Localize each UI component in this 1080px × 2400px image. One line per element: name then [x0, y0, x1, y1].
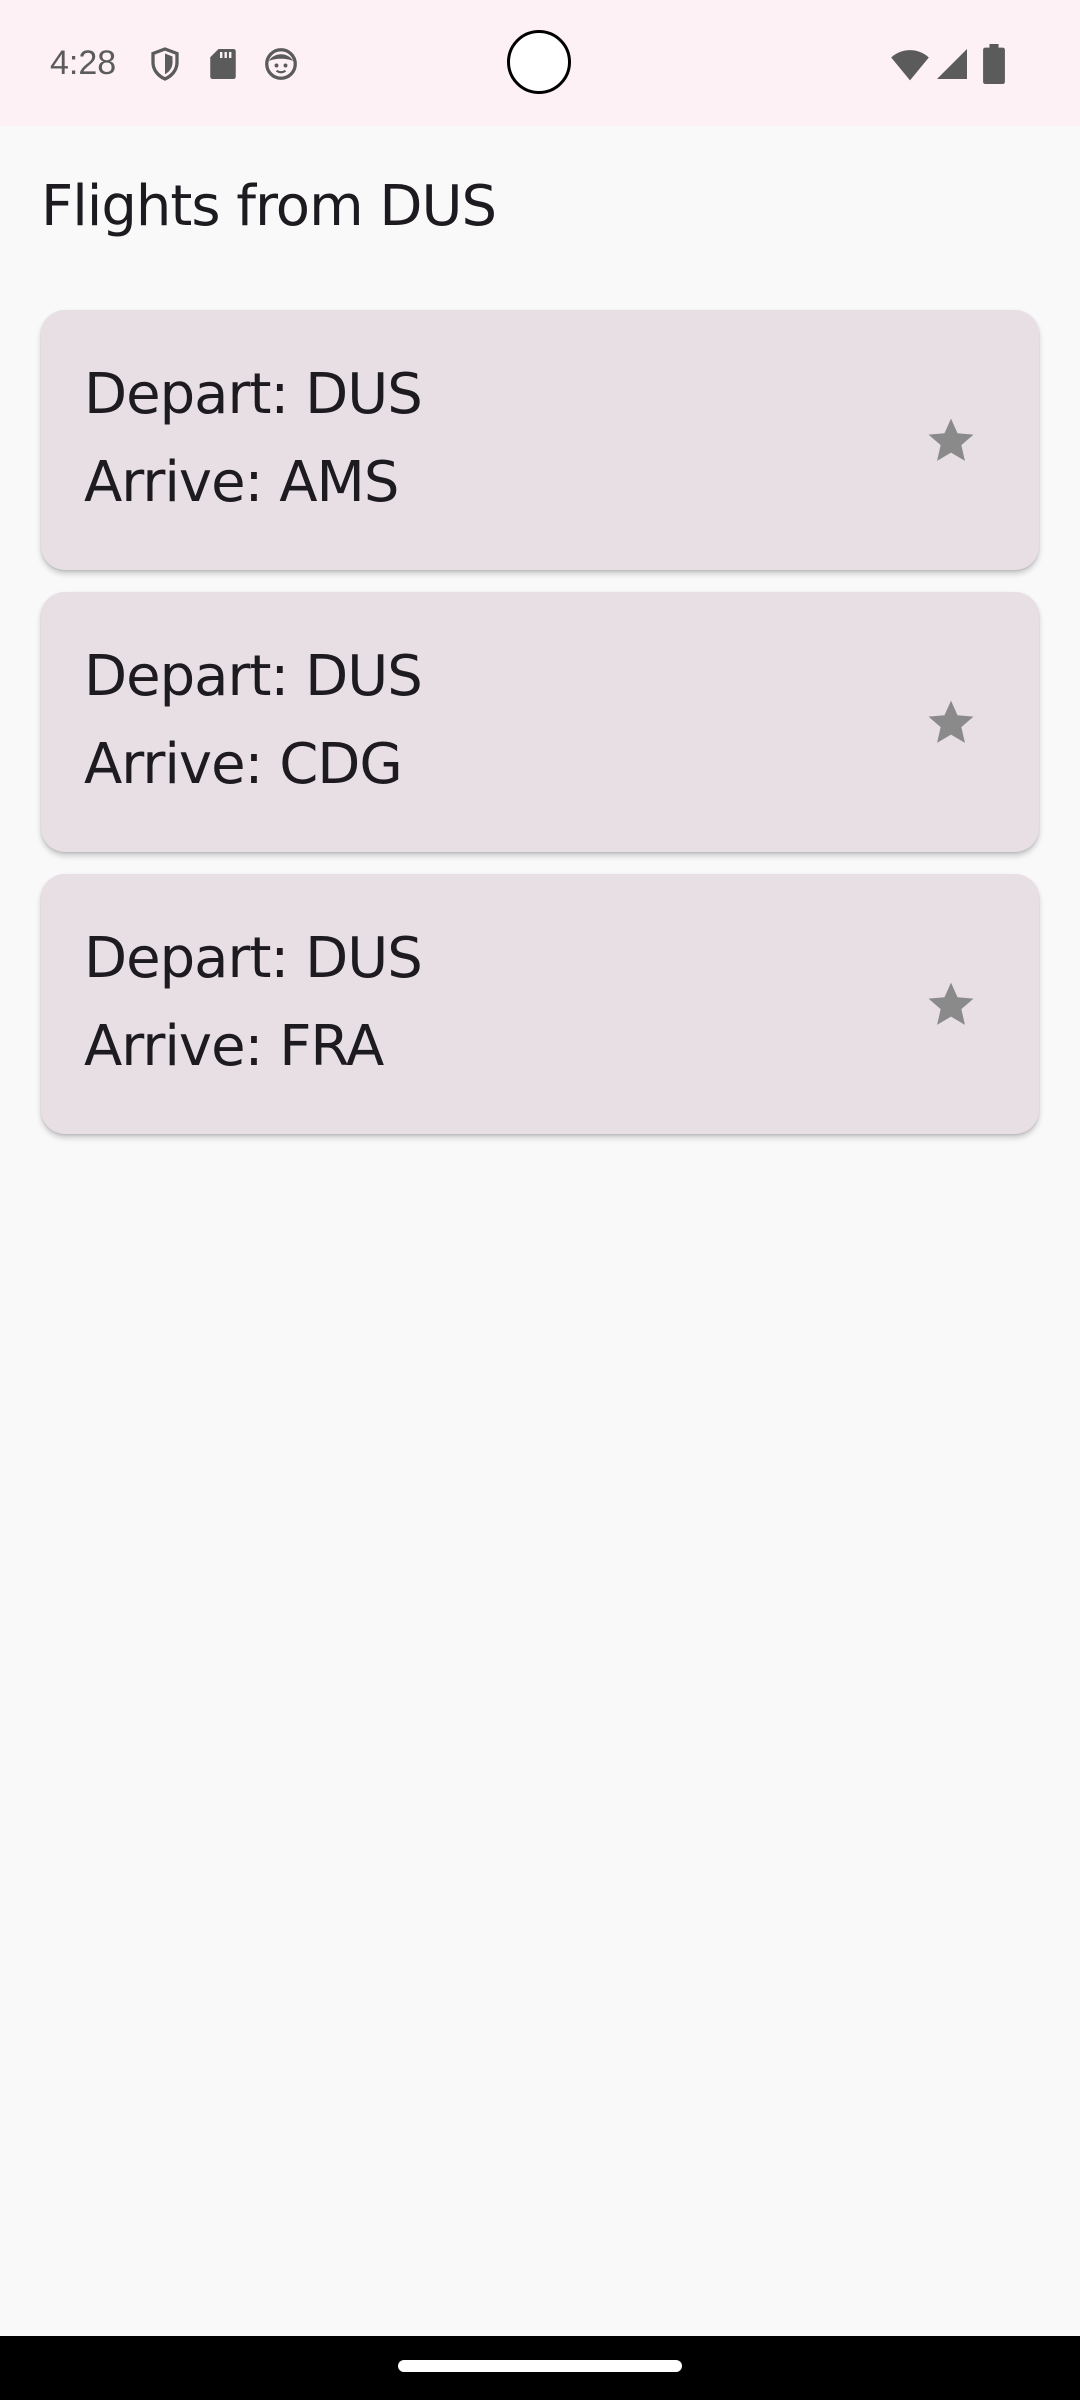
- wifi-icon: [891, 50, 929, 81]
- flight-card[interactable]: Depart: DUS Arrive: AMS: [41, 310, 1039, 570]
- star-icon: [928, 418, 974, 461]
- depart-label: Depart: DUS: [84, 926, 423, 991]
- arrive-label: Arrive: CDG: [84, 732, 403, 797]
- home-gesture-handle[interactable]: [398, 2360, 682, 2372]
- cell-signal-icon: [937, 49, 967, 79]
- battery-icon: [983, 44, 1005, 84]
- arrive-label: Arrive: FRA: [84, 1014, 384, 1079]
- favorite-button[interactable]: [921, 974, 981, 1034]
- status-time: 4:28: [50, 44, 117, 82]
- depart-label: Depart: DUS: [84, 644, 423, 709]
- page-title: Flights from DUS: [41, 174, 497, 239]
- shield-icon: [151, 47, 179, 81]
- arrive-label: Arrive: AMS: [84, 450, 399, 515]
- flight-card[interactable]: Depart: DUS Arrive: CDG: [41, 592, 1039, 852]
- status-bar: 4:28: [0, 0, 1080, 126]
- flight-card[interactable]: Depart: DUS Arrive: FRA: [41, 874, 1039, 1134]
- star-icon: [928, 982, 974, 1025]
- flight-list: Depart: DUS Arrive: AMS Depart: DUS Arri…: [41, 310, 1039, 1156]
- face-icon: [265, 48, 297, 80]
- star-icon: [928, 700, 974, 743]
- favorite-button[interactable]: [921, 410, 981, 470]
- favorite-button[interactable]: [921, 692, 981, 752]
- sd-card-icon: [210, 49, 236, 79]
- depart-label: Depart: DUS: [84, 362, 423, 427]
- camera-cutout: [507, 30, 571, 94]
